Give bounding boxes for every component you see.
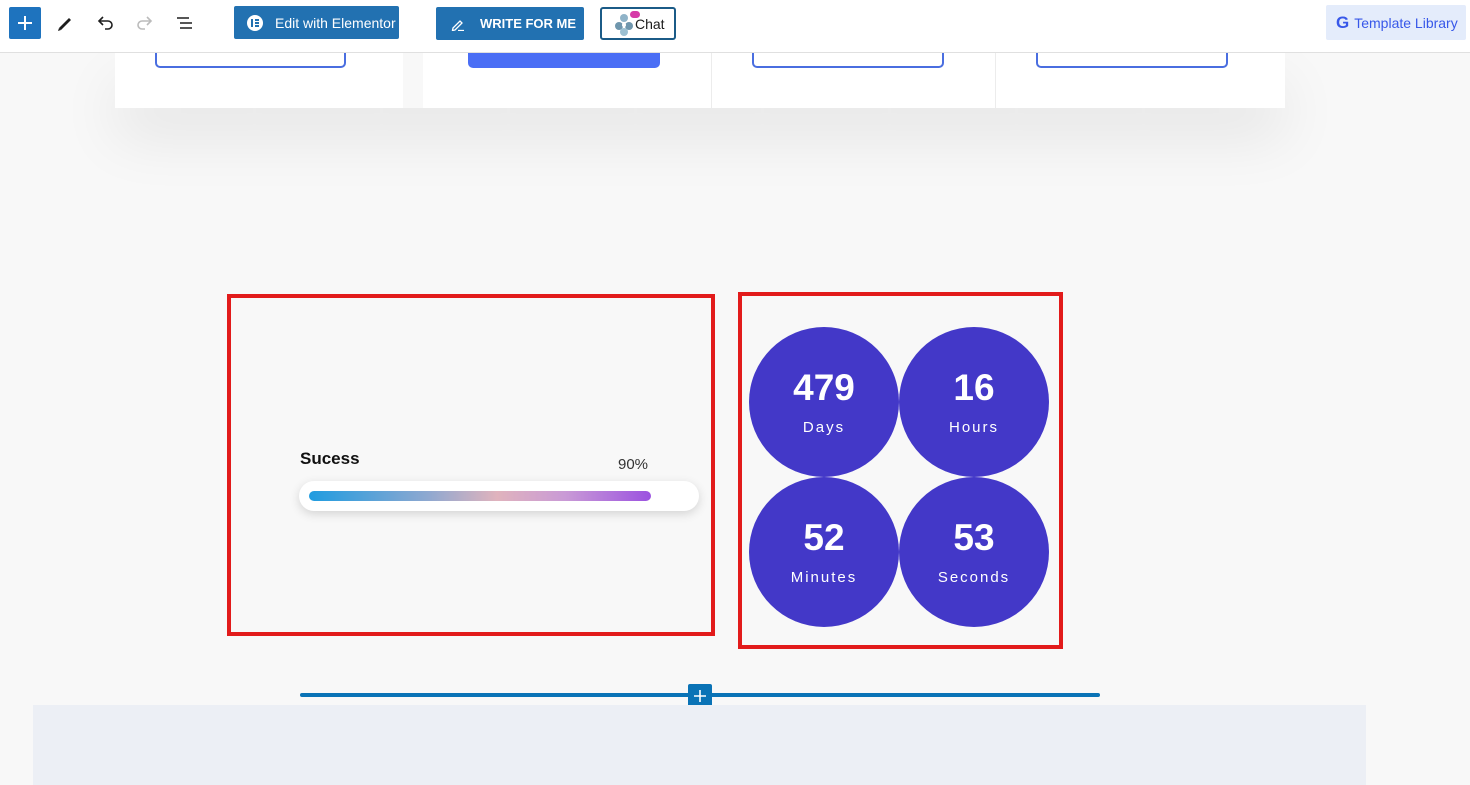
plus-icon	[694, 690, 706, 702]
template-library-button[interactable]: G Template Library	[1326, 5, 1466, 40]
document-overview-button[interactable]	[173, 11, 197, 35]
countdown-seconds: 53 Seconds	[899, 477, 1049, 627]
plus-icon	[18, 16, 32, 30]
pencil-icon	[58, 18, 71, 31]
countdown-days-label: Days	[802, 419, 846, 436]
edit-with-elementor-label: Edit with Elementor	[275, 14, 396, 31]
card-divider	[995, 53, 996, 108]
progress-title: Sucess	[300, 449, 360, 468]
countdown-hours-value: 16	[953, 367, 995, 408]
progress-percent: 90%	[618, 456, 649, 473]
chat-button[interactable]: Chat	[600, 7, 676, 40]
redo-icon	[137, 16, 153, 30]
pricing-card-group	[423, 43, 1285, 108]
list-view-icon	[177, 17, 192, 29]
pen-icon	[451, 17, 465, 31]
card-divider	[711, 53, 712, 108]
add-block-button[interactable]	[9, 7, 41, 39]
chat-label: Chat	[635, 15, 665, 32]
countdown-hours-label: Hours	[948, 419, 999, 436]
countdown-days: 479 Days	[749, 327, 899, 477]
countdown-minutes-label: Minutes	[790, 569, 858, 586]
elementor-icon	[247, 14, 263, 31]
chatbot-logo-icon	[613, 10, 640, 37]
editor-toolbar: Edit with Elementor WRITE FOR ME Chat G …	[0, 0, 1470, 53]
countdown-days-value: 479	[793, 367, 855, 408]
undo-button[interactable]	[93, 11, 117, 35]
next-section	[33, 705, 1366, 785]
template-library-label: Template Library	[1354, 14, 1458, 31]
pricing-card	[115, 43, 403, 108]
edit-with-elementor-button[interactable]: Edit with Elementor	[234, 6, 399, 39]
countdown-seconds-value: 53	[953, 517, 995, 558]
write-for-me-label: WRITE FOR ME	[480, 16, 577, 31]
template-library-logo-icon: G	[1336, 12, 1350, 32]
progress-fill	[309, 491, 651, 501]
progress-track	[299, 481, 699, 511]
countdown-minutes: 52 Minutes	[749, 477, 899, 627]
undo-icon	[97, 16, 113, 30]
write-for-me-button[interactable]: WRITE FOR ME	[436, 7, 584, 40]
countdown-minutes-value: 52	[803, 517, 845, 558]
countdown-seconds-label: Seconds	[937, 569, 1011, 586]
redo-button[interactable]	[133, 11, 157, 35]
countdown-hours: 16 Hours	[899, 327, 1049, 477]
edit-tools-button[interactable]	[53, 11, 77, 35]
